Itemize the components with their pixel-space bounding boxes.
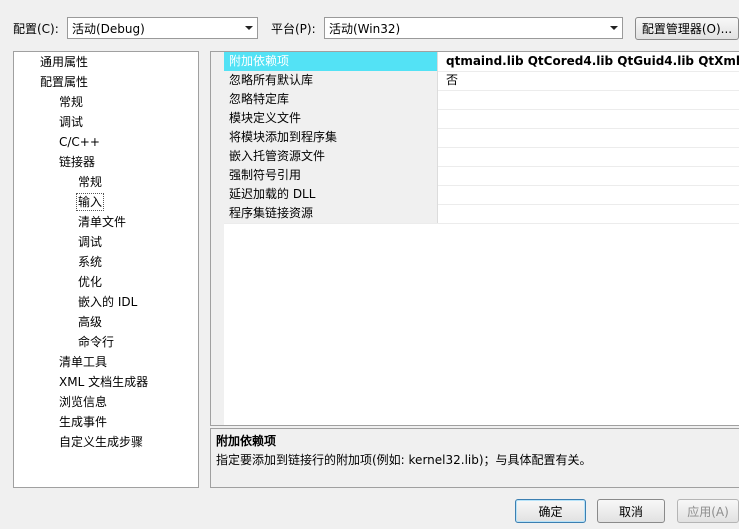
config-combo[interactable]: 活动(Debug) (67, 17, 258, 39)
platform-combo-value: 活动(Win32) (329, 22, 401, 36)
property-name: 忽略所有默认库 (224, 71, 438, 90)
config-label: 配置(C): (13, 22, 59, 36)
property-tree: 通用属性 配置属性 常规 调试 C/C++ 链接器 常规 输入 清单文件 调试 系统 优化 嵌入的 ID… (13, 51, 199, 488)
property-value[interactable]: qtmaind.lib QtCored4.lib QtGuid4.lib QtX… (446, 52, 739, 71)
tree-item[interactable]: 自定义生成步骤 (57, 433, 145, 451)
property-name: 模块定义文件 (224, 109, 438, 128)
description-text: 指定要添加到链接行的附加项(例如: kernel32.lib)；与具体配置有关。 (216, 453, 592, 467)
tree-item[interactable]: 清单文件 (76, 213, 128, 231)
config-manager-button[interactable]: 配置管理器(O)... (635, 17, 739, 40)
description-title: 附加依赖项 (216, 434, 277, 448)
tree-item[interactable]: 浏览信息 (57, 393, 109, 411)
tree-item[interactable]: 嵌入的 IDL (76, 293, 139, 311)
property-row[interactable]: 程序集链接资源 (224, 204, 739, 224)
tree-item[interactable]: 通用属性 (38, 53, 90, 71)
tree-item[interactable]: 命令行 (76, 333, 116, 351)
cancel-button[interactable]: 取消 (597, 499, 665, 523)
tree-item[interactable]: 调试 (57, 113, 85, 131)
chevron-down-icon[interactable] (606, 18, 622, 38)
property-name: 忽略特定库 (224, 90, 438, 109)
tree-item[interactable]: 配置属性 (38, 73, 90, 91)
tree-item[interactable]: 常规 (76, 173, 104, 191)
property-row[interactable]: 强制符号引用 (224, 166, 739, 186)
property-name: 延迟加载的 DLL (224, 185, 438, 204)
property-name: 附加依赖项 (224, 52, 438, 71)
ok-button[interactable]: 确定 (515, 499, 586, 523)
property-row[interactable]: 忽略特定库 (224, 90, 739, 110)
property-row[interactable]: 模块定义文件 (224, 109, 739, 129)
property-grid: 附加依赖项 qtmaind.lib QtCored4.lib QtGuid4.li… (210, 51, 739, 426)
property-name: 嵌入托管资源文件 (224, 147, 438, 166)
platform-label: 平台(P): (271, 22, 316, 36)
apply-button[interactable]: 应用(A) (677, 499, 739, 523)
property-name: 程序集链接资源 (224, 204, 438, 223)
tree-item[interactable]: 调试 (76, 233, 104, 251)
tree-item[interactable]: 生成事件 (57, 413, 109, 431)
tree-item[interactable]: 清单工具 (57, 353, 109, 371)
property-row[interactable]: 延迟加载的 DLL (224, 185, 739, 205)
property-row[interactable]: 忽略所有默认库否 (224, 71, 739, 91)
tree-item[interactable]: 输入 (76, 193, 105, 211)
tree-item[interactable]: 高级 (76, 313, 104, 331)
tree-item[interactable]: 常规 (57, 93, 85, 111)
tree-item[interactable]: 优化 (76, 273, 104, 291)
grid-gutter (211, 52, 224, 425)
tree-item[interactable]: 链接器 (57, 153, 97, 171)
config-combo-value: 活动(Debug) (72, 22, 145, 36)
property-name: 将模块添加到程序集 (224, 128, 438, 147)
description-panel: 附加依赖项 指定要添加到链接行的附加项(例如: kernel32.lib)；与具… (210, 428, 739, 488)
chevron-down-icon[interactable] (241, 18, 257, 38)
platform-combo[interactable]: 活动(Win32) (324, 17, 623, 39)
tree-item[interactable]: C/C++ (57, 133, 102, 151)
tree-item[interactable]: 系统 (76, 253, 104, 271)
property-row[interactable]: 嵌入托管资源文件 (224, 147, 739, 167)
property-name: 强制符号引用 (224, 166, 438, 185)
property-row[interactable]: 将模块添加到程序集 (224, 128, 739, 148)
property-row[interactable]: 附加依赖项 qtmaind.lib QtCored4.lib QtGuid4.li… (224, 52, 739, 72)
tree-item[interactable]: XML 文档生成器 (57, 373, 150, 391)
property-value[interactable]: 否 (446, 71, 458, 90)
